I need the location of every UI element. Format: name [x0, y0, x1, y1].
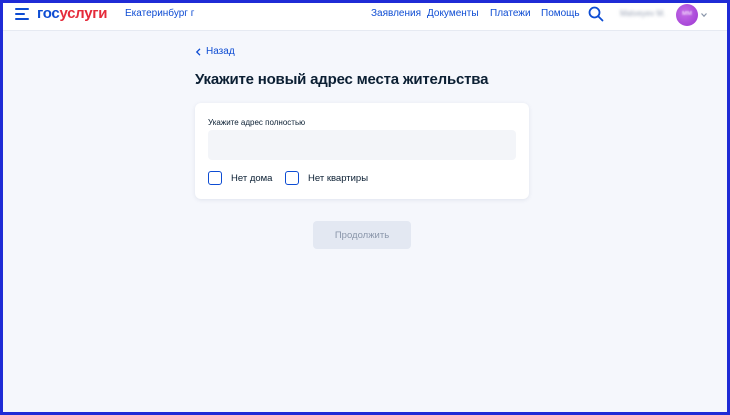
back-link[interactable]: Назад — [195, 46, 235, 57]
address-form-card: Укажите адрес полностью Нет дома Нет ква… — [195, 103, 529, 199]
no-house-checkbox[interactable] — [208, 171, 222, 185]
address-field-label: Укажите адрес полностью — [208, 118, 306, 127]
no-apartment-label[interactable]: Нет квартиры — [308, 173, 368, 184]
nav-documents[interactable]: Документы — [427, 8, 479, 19]
search-icon[interactable] — [588, 6, 604, 22]
logo-text-gos: гос — [37, 5, 60, 22]
no-house-label[interactable]: Нет дома — [231, 173, 272, 184]
city-selector[interactable]: Екатеринбург г — [125, 8, 194, 19]
top-header: госуслуги Екатеринбург г Заявления Докум… — [3, 3, 727, 31]
back-label: Назад — [206, 46, 235, 57]
browser-frame: госуслуги Екатеринбург г Заявления Докум… — [0, 0, 730, 415]
gosuslugi-logo[interactable]: госуслуги — [37, 6, 107, 22]
logo-text-uslugi: услуги — [59, 5, 108, 22]
nav-help[interactable]: Помощь — [541, 8, 580, 19]
page-title: Укажите новый адрес места жительства — [195, 71, 489, 88]
continue-button[interactable]: Продолжить — [313, 221, 411, 249]
menu-icon[interactable] — [15, 8, 29, 20]
chevron-left-icon — [195, 47, 201, 56]
no-apartment-checkbox[interactable] — [285, 171, 299, 185]
avatar[interactable]: MM — [676, 4, 698, 26]
chevron-down-icon[interactable] — [701, 12, 707, 18]
address-input[interactable] — [208, 130, 516, 160]
nav-applications[interactable]: Заявления — [371, 8, 421, 19]
avatar-initials: MM — [682, 11, 692, 17]
nav-payments[interactable]: Платежи — [490, 8, 531, 19]
user-name[interactable]: Matveyev M. — [620, 9, 665, 18]
